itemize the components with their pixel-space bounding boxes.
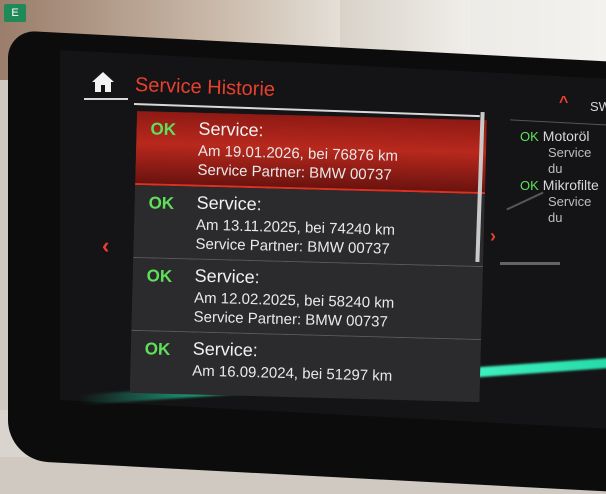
service-date-mileage: Am 16.09.2024, bei 51297 km <box>191 362 393 385</box>
service-title: Service: <box>192 338 259 361</box>
side-item-motoroel[interactable]: OK Motoröl Service du <box>520 128 606 177</box>
service-history-list: OK Service: Am 19.01.2026, bei 76876 km … <box>129 111 487 403</box>
home-underline <box>84 98 128 100</box>
corner-badge: E <box>4 4 26 22</box>
status-ok-label: OK <box>520 129 539 144</box>
status-ok-label: OK <box>520 178 539 193</box>
home-icon[interactable] <box>90 70 116 94</box>
status-ok-label: OK <box>144 339 171 359</box>
status-ok-label: OK <box>150 119 177 140</box>
list-item[interactable]: OK Service: Am 16.09.2024, bei 51297 km <box>129 330 482 403</box>
side-header-label: SW <box>590 99 606 114</box>
status-ok-label: OK <box>148 193 175 213</box>
service-title: Service: <box>198 118 264 141</box>
service-title: Service: <box>196 192 262 215</box>
side-item-mikrofilter[interactable]: OK Mikrofilte Service du <box>520 177 606 226</box>
list-item[interactable]: OK Service: Am 12.02.2025, bei 58240 km … <box>131 257 484 341</box>
chevron-right-icon[interactable]: › <box>490 226 496 247</box>
status-ok-label: OK <box>146 266 173 286</box>
service-partner: Service Partner: BMW 00737 <box>195 235 390 258</box>
side-item-subtitle: Service du <box>548 194 592 225</box>
chevron-up-icon[interactable]: ^ <box>559 94 568 112</box>
screen-glare <box>500 262 560 265</box>
service-title: Service: <box>194 265 260 288</box>
list-item[interactable]: OK Service: Am 13.11.2025, bei 74240 km … <box>133 184 485 268</box>
side-item-subtitle: Service du <box>548 145 592 176</box>
service-partner: Service Partner: BMW 00737 <box>193 308 389 331</box>
service-partner: Service Partner: BMW 00737 <box>197 161 392 184</box>
side-item-title: Mikrofilte <box>542 177 599 193</box>
chevron-left-icon[interactable]: ‹ <box>102 233 109 259</box>
list-item[interactable]: OK Service: Am 19.01.2026, bei 76876 km … <box>135 111 487 195</box>
page-title: Service Historie <box>134 74 276 101</box>
side-item-title: Motoröl <box>542 128 590 144</box>
